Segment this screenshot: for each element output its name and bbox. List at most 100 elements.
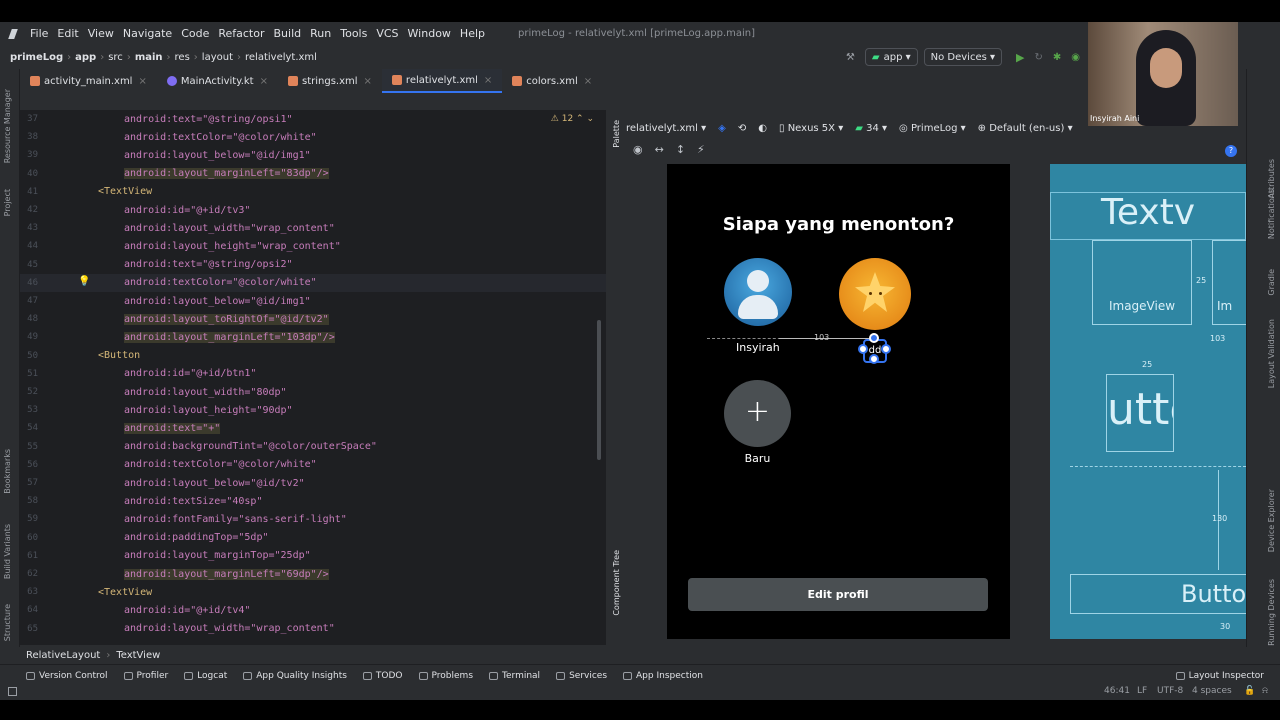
profiler-tool[interactable]: Profiler	[123, 671, 168, 681]
code-editor[interactable]: ⚠ 12 ⌃ ⌄ 37 android:text="@string/opsi1" 3…	[20, 110, 606, 645]
code-line[interactable]: 46 android:textColor="@color/white" 💡	[20, 273, 606, 292]
code-line[interactable]: 43 android:layout_width="wrap_content"	[20, 219, 606, 237]
logcat-tool[interactable]: Logcat	[184, 671, 227, 681]
breadcrumb-relativelayout[interactable]: RelativeLayout	[26, 650, 100, 661]
file-encoding[interactable]: UTF-8	[1157, 686, 1183, 696]
services-tool[interactable]: Services	[556, 671, 607, 681]
anchor-handle-icon[interactable]	[881, 344, 891, 354]
todo-tool[interactable]: TODO	[362, 671, 403, 681]
line-separator[interactable]: LF	[1137, 686, 1147, 696]
code-line[interactable]: 65 android:layout_width="wrap_content"	[20, 620, 606, 638]
code-line[interactable]: 62 android:layout_marginLeft="69dp"/>	[20, 565, 606, 583]
problems-tool[interactable]: Problems	[418, 671, 473, 681]
code-line[interactable]: 64 android:id="@+id/tv4"	[20, 601, 606, 619]
code-line[interactable]: 41 <TextView	[20, 183, 606, 201]
code-line[interactable]: 50 <Button	[20, 347, 606, 365]
breadcrumb-project[interactable]: primeLog	[10, 52, 63, 63]
device-dropdown-design[interactable]: ▯ Nexus 5X ▾	[779, 123, 843, 134]
menu-help[interactable]: Help	[460, 27, 485, 40]
code-line[interactable]: 55 android:backgroundTint="@color/outerSp…	[20, 438, 606, 456]
resize-handle-icon[interactable]	[869, 333, 879, 343]
phone-preview[interactable]: Siapa yang menonton? 103 Insyirah dd + B…	[667, 164, 1010, 639]
menu-vcs[interactable]: VCS	[376, 27, 398, 40]
breadcrumb-res[interactable]: res	[175, 52, 190, 63]
code-line[interactable]: 59 android:fontFamily="sans-serif-light"	[20, 510, 606, 528]
design-surface-icon[interactable]: ◈	[718, 123, 726, 134]
run-icon[interactable]: ▶	[1016, 51, 1024, 64]
blueprint-edit-button[interactable]: Butto	[1070, 574, 1246, 614]
tab-activity-main[interactable]: activity_main.xml ×	[20, 69, 157, 93]
structure-tool[interactable]: Structure	[3, 604, 12, 641]
code-line[interactable]: 47 android:layout_below="@id/img1"	[20, 292, 606, 310]
tab-strings[interactable]: strings.xml ×	[278, 69, 382, 93]
layout-inspector-tool[interactable]: Layout Inspector	[1175, 671, 1264, 681]
palette-tool[interactable]: Palette	[612, 120, 621, 148]
code-line[interactable]: 53 android:layout_height="90dp"	[20, 401, 606, 419]
menu-build[interactable]: Build	[274, 27, 302, 40]
vertical-resize-icon[interactable]: ↕	[676, 143, 685, 159]
code-line[interactable]: 52 android:layout_width="80dp"	[20, 383, 606, 401]
run-config-dropdown[interactable]: ▰ app ▾	[864, 48, 918, 66]
blueprint-button[interactable]: utto	[1106, 374, 1174, 452]
horizontal-resize-icon[interactable]: ↔	[655, 143, 664, 159]
build-variants-tool[interactable]: Build Variants	[3, 524, 12, 579]
tab-main-activity[interactable]: MainActivity.kt ×	[157, 69, 278, 93]
code-line[interactable]: 37 android:text="@string/opsi1"	[20, 110, 606, 128]
menu-view[interactable]: View	[88, 27, 114, 40]
resource-manager-tool[interactable]: Resource Manager	[3, 89, 12, 163]
terminal-tool[interactable]: Terminal	[489, 671, 540, 681]
intention-bulb-icon[interactable]: 💡	[78, 276, 90, 287]
code-line[interactable]: 61 android:layout_marginTop="25dp"	[20, 547, 606, 565]
code-line[interactable]: 54 android:text="+"	[20, 419, 606, 437]
blueprint-textview[interactable]: Textv	[1050, 192, 1246, 240]
menu-navigate[interactable]: Navigate	[123, 27, 172, 40]
tab-colors[interactable]: colors.xml ×	[502, 69, 602, 93]
menu-edit[interactable]: Edit	[57, 27, 78, 40]
debug-icon[interactable]: ✱	[1053, 52, 1061, 63]
code-line[interactable]: 38 android:textColor="@color/white"	[20, 128, 606, 146]
hammer-icon[interactable]: ⚒	[846, 52, 855, 63]
running-devices-tool[interactable]: Running Devices	[1267, 579, 1276, 646]
gradle-tool[interactable]: Gradle	[1267, 269, 1276, 296]
code-line[interactable]: 56 android:textColor="@color/white"	[20, 456, 606, 474]
app-quality-insights-tool[interactable]: App Quality Insights	[243, 671, 347, 681]
code-line[interactable]: 60 android:paddingTop="5dp"	[20, 529, 606, 547]
version-control-tool[interactable]: Version Control	[26, 671, 108, 681]
code-line[interactable]: 48 android:layout_toRightOf="@id/tv2"	[20, 310, 606, 328]
constraint-icon[interactable]: ⚡	[697, 143, 705, 159]
night-mode-icon[interactable]: ◐	[758, 123, 767, 134]
profile-avatar-user-icon[interactable]	[724, 258, 792, 326]
breadcrumb-src[interactable]: src	[108, 52, 123, 63]
code-line[interactable]: 58 android:textSize="40sp"	[20, 492, 606, 510]
anchor-handle-icon[interactable]	[869, 354, 879, 364]
code-line[interactable]: 45 android:text="@string/opsi2"	[20, 256, 606, 274]
api-dropdown[interactable]: ▰ 34 ▾	[855, 123, 887, 134]
project-tool[interactable]: Project	[3, 189, 12, 216]
help-icon[interactable]: ?	[1225, 145, 1237, 157]
menu-file[interactable]: File	[30, 27, 48, 40]
rerun-icon[interactable]: ↻	[1034, 52, 1042, 63]
add-profile-button[interactable]: +	[724, 380, 791, 447]
code-line[interactable]: 39 android:layout_below="@id/img1"	[20, 146, 606, 164]
profile-icon[interactable]: ◉	[1071, 52, 1080, 63]
menu-tools[interactable]: Tools	[340, 27, 367, 40]
theme-dropdown[interactable]: ◎ PrimeLog ▾	[899, 123, 966, 134]
locale-dropdown[interactable]: ⊕ Default (en-us) ▾	[978, 123, 1073, 134]
component-tree-tool[interactable]: Component Tree	[612, 550, 621, 616]
orientation-icon[interactable]: ⟲	[738, 123, 746, 134]
anchor-handle-icon[interactable]	[858, 344, 868, 354]
code-line[interactable]: 63 <TextView	[20, 583, 606, 601]
notification-bell-icon[interactable]: ⍾	[1262, 686, 1268, 696]
code-line[interactable]: 40 android:layout_marginLeft="83dp"/>	[20, 165, 606, 183]
profile-avatar-star-icon[interactable]	[839, 258, 911, 330]
layout-validation-tool[interactable]: Layout Validation	[1267, 319, 1276, 388]
code-line[interactable]: 44 android:layout_height="wrap_content"	[20, 237, 606, 255]
indent-setting[interactable]: 4 spaces	[1192, 686, 1232, 696]
lock-icon[interactable]: 🔓	[1244, 686, 1255, 696]
notifications-tool[interactable]: Notifications	[1267, 189, 1276, 239]
blueprint-imageview[interactable]: ImageView	[1092, 240, 1192, 325]
code-line[interactable]: 57 android:layout_below="@id/tv2"	[20, 474, 606, 492]
menu-window[interactable]: Window	[408, 27, 451, 40]
code-line[interactable]: 42 android:id="@+id/tv3"	[20, 201, 606, 219]
breadcrumb-file[interactable]: relativelyt.xml	[245, 52, 317, 63]
